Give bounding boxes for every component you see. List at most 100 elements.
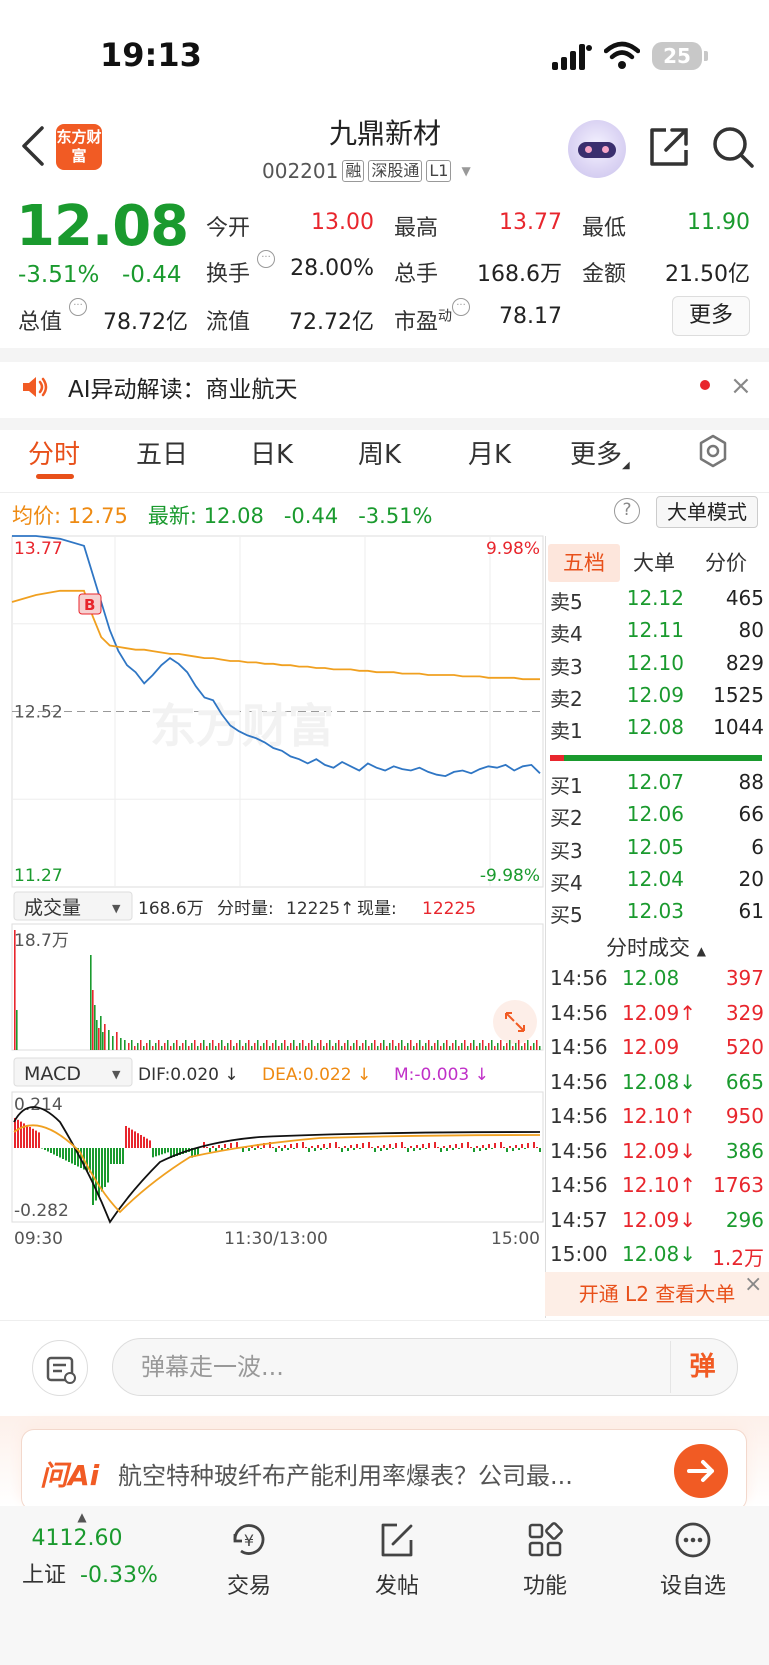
trade-row: 15:00 12.08↓ 1.2万: [550, 1242, 764, 1276]
tab-daily-k[interactable]: 日K: [250, 434, 293, 471]
ask-row[interactable]: 卖1 12.08 1044: [550, 715, 764, 747]
tab-big-orders[interactable]: 大单: [624, 544, 684, 582]
tab-monthly-k[interactable]: 月K: [468, 434, 511, 471]
volume-bar: [242, 1046, 244, 1050]
volume-bar: [536, 1040, 538, 1050]
close-icon[interactable]: ×: [730, 371, 752, 401]
tab-intraday[interactable]: 分时: [28, 434, 80, 471]
bid-row[interactable]: 买3 12.05 6: [550, 835, 764, 867]
macd-bar: [446, 1148, 448, 1151]
macd-bar: [500, 1142, 502, 1148]
volume-bar: [440, 1046, 442, 1050]
more-dots-icon: [675, 1522, 711, 1558]
tab-weekly-k[interactable]: 周K: [358, 434, 401, 471]
danmu-settings-icon[interactable]: [32, 1340, 88, 1396]
ask-row[interactable]: 卖4 12.11 80: [550, 618, 764, 650]
bid-row[interactable]: 买4 12.04 20: [550, 867, 764, 899]
nav-functions[interactable]: 功能: [490, 1518, 600, 1600]
nav-post-label: 发帖: [374, 1574, 419, 1599]
stock-code-row[interactable]: 002201 融 深股通 L1 ▼: [262, 158, 471, 184]
volume-bar: [380, 1043, 382, 1050]
gear-icon[interactable]: [696, 434, 730, 468]
trades-title[interactable]: 分时成交 ▲: [548, 932, 764, 962]
macd-bar: [236, 1142, 238, 1148]
macd-m: M:-0.003 ↓: [394, 1065, 489, 1085]
tag-level: L1: [426, 160, 452, 182]
status-time: 19:13: [100, 36, 202, 74]
arrow-right-icon[interactable]: [674, 1444, 728, 1498]
macd-bar: [62, 1148, 64, 1159]
volume-bar: [182, 1043, 184, 1050]
info-icon[interactable]: ···: [452, 298, 471, 316]
nav-post[interactable]: 发帖: [342, 1518, 452, 1600]
tab-more[interactable]: 更多◢: [570, 434, 630, 471]
volume-arrow: ↑: [340, 899, 354, 919]
caret-icon: ◢: [622, 460, 630, 471]
ask-row[interactable]: 卖5 12.12 465: [550, 586, 764, 618]
info-icon[interactable]: ···: [257, 250, 276, 268]
info-icon[interactable]: ···: [69, 298, 88, 316]
volume-value: 12225: [286, 899, 340, 919]
ask-volume: 1044: [713, 715, 764, 740]
macd-bar: [470, 1147, 472, 1148]
expand-button[interactable]: [493, 1000, 537, 1044]
macd-bar: [272, 1147, 274, 1148]
macd-selector-label[interactable]: MACD: [24, 1063, 81, 1085]
nav-watchlist[interactable]: 设自选: [638, 1518, 748, 1600]
macd-bar: [164, 1148, 166, 1154]
turnover-value: 28.00%: [290, 256, 374, 281]
tab-five-levels[interactable]: 五档: [548, 544, 620, 582]
volume-bar: [266, 1040, 268, 1050]
trade-row: 14:56 12.09↑ 329: [550, 1001, 764, 1035]
macd-bar: [215, 1148, 217, 1151]
back-arrow-icon[interactable]: [18, 124, 48, 168]
intraday-chart[interactable]: 东方财富 B 13.77 12.52 11.27 9.98% -9.98% 成交量 ▼ 168.6…: [0, 532, 545, 1322]
nav-trade[interactable]: ¥ 交易: [194, 1518, 304, 1600]
trade-time: 15:00: [550, 1242, 608, 1266]
l2-promo-banner[interactable]: 开通 L2 查看大单: [545, 1272, 769, 1316]
danmu-input[interactable]: 弹幕走一波...: [112, 1338, 738, 1396]
ask-ai-logo: 问Ai: [40, 1459, 100, 1492]
tab-price-distribution[interactable]: 分价: [690, 544, 762, 582]
bid-row[interactable]: 买1 12.07 88: [550, 770, 764, 802]
bid-level: 买1: [550, 774, 583, 798]
volume-bar: [221, 1040, 223, 1050]
ai-interpretation-text[interactable]: AI异动解读：商业航天: [68, 370, 298, 404]
danmu-send-button[interactable]: 弹: [670, 1341, 734, 1393]
macd-bar: [347, 1148, 349, 1151]
volume-bar: [275, 1040, 277, 1050]
macd-bar: [209, 1148, 211, 1152]
macd-bar: [407, 1148, 409, 1152]
nav-index[interactable]: ▲ 4112.60 上证 -0.33%: [22, 1510, 158, 1589]
bid-row[interactable]: 买5 12.03 61: [550, 899, 764, 931]
macd-bar: [275, 1148, 277, 1152]
ai-robot-avatar[interactable]: [568, 120, 626, 178]
search-icon[interactable]: [710, 124, 756, 170]
volume-bar: [293, 1040, 295, 1050]
volume-bar: [146, 1043, 148, 1050]
trade-time: 14:57: [550, 1207, 608, 1232]
help-icon[interactable]: ?: [614, 498, 640, 524]
trade-volume: 665: [725, 1069, 764, 1094]
volume-bar: [230, 1040, 232, 1050]
bid-row[interactable]: 买2 12.06 66: [550, 802, 764, 834]
volume-max-label: 18.7万: [14, 931, 69, 951]
tab-five-day[interactable]: 五日: [136, 434, 188, 471]
ask-ai-question[interactable]: 航空特种玻纤布产能利用率爆表？公司最...: [118, 1456, 638, 1491]
big-order-mode-button[interactable]: 大单模式: [656, 496, 758, 528]
close-icon[interactable]: ×: [744, 1272, 762, 1297]
macd-bar: [377, 1146, 379, 1148]
ask-level: 卖3: [550, 654, 583, 679]
volume-bar: [512, 1046, 514, 1050]
trade-time: 14:56: [550, 1173, 608, 1197]
index-value: 4112.60: [31, 1526, 123, 1551]
ask-row[interactable]: 卖2 12.09 1525: [550, 683, 764, 715]
share-icon[interactable]: [646, 124, 692, 170]
volume-selector-label[interactable]: 成交量: [24, 897, 81, 919]
volume-bar: [100, 1016, 102, 1050]
more-button[interactable]: 更多: [672, 296, 750, 336]
bid-volume: 20: [738, 866, 764, 891]
pct-tick-top: 9.98%: [486, 539, 540, 559]
ask-row[interactable]: 卖3 12.10 829: [550, 651, 764, 683]
volume-bar: [461, 1043, 463, 1050]
